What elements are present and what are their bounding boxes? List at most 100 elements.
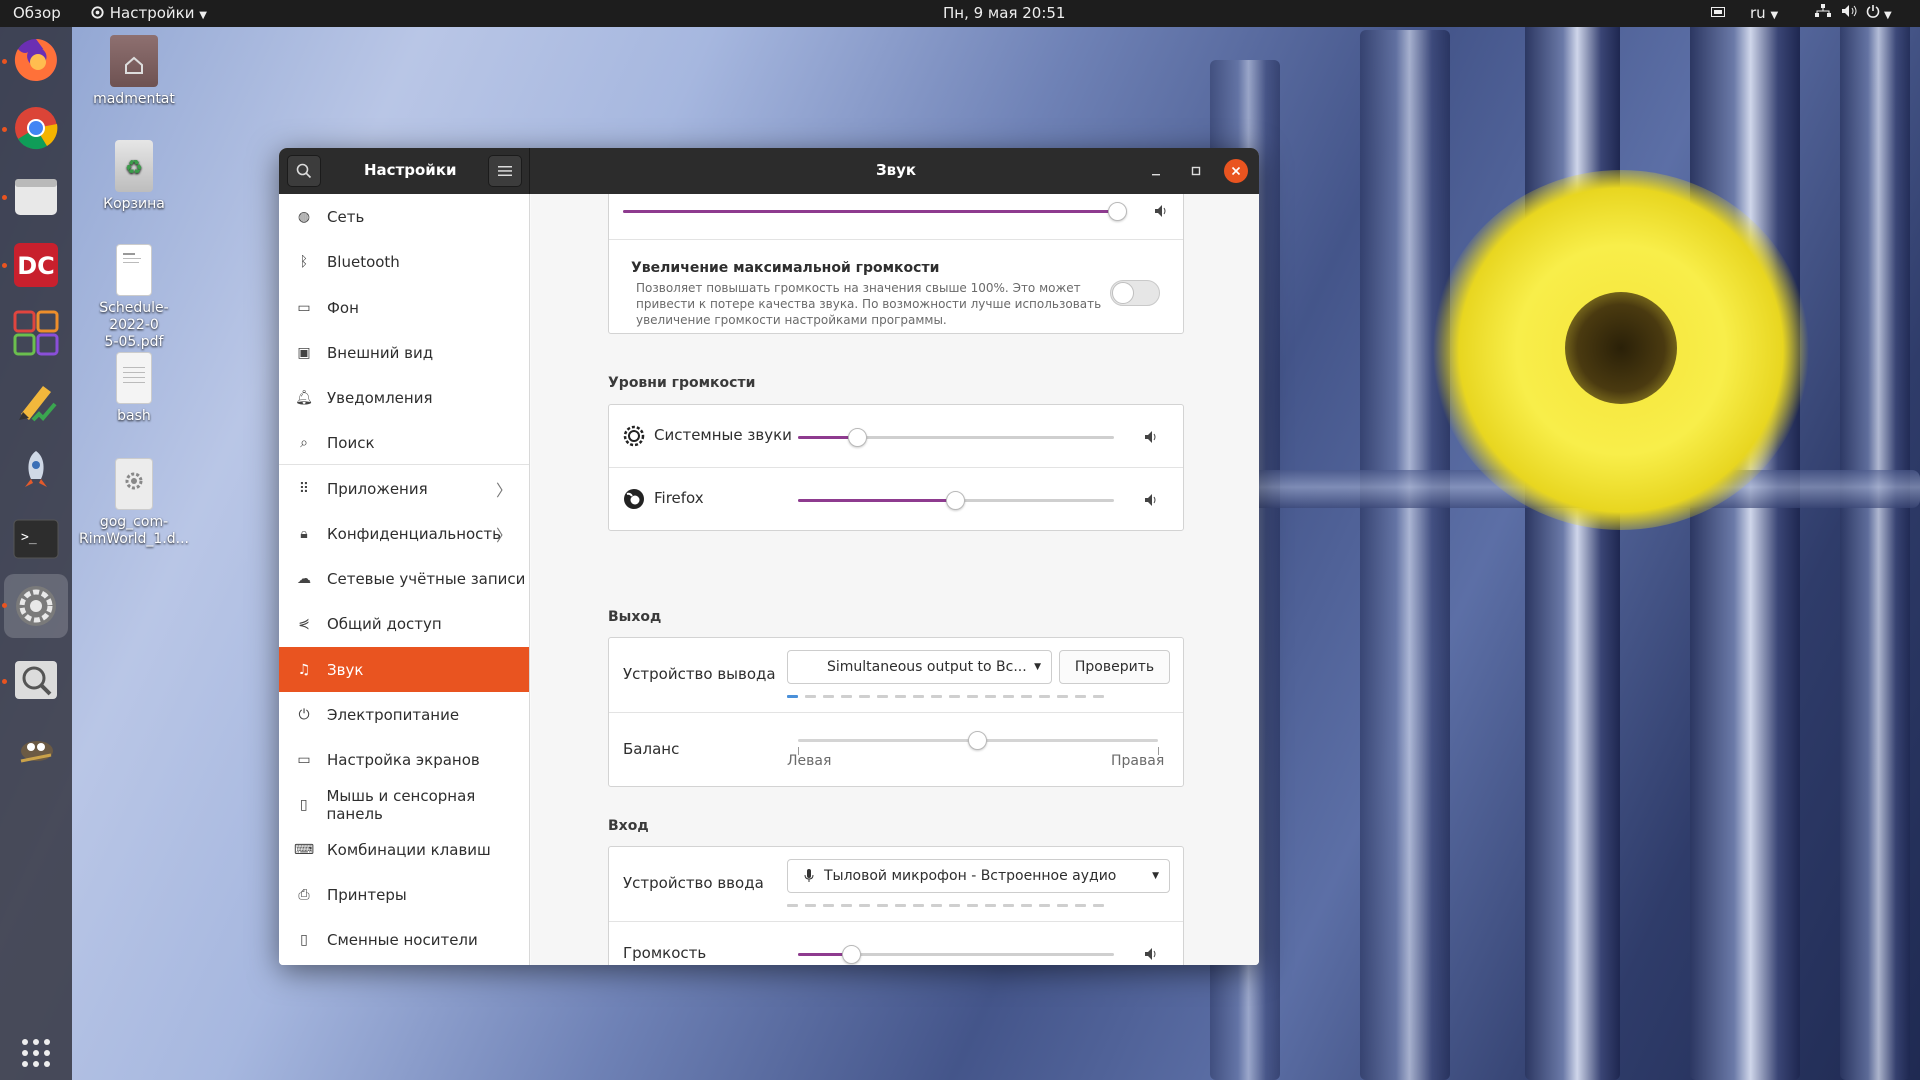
sidebar-item-applications[interactable]: ⠿ Приложения 〉 bbox=[279, 466, 529, 511]
sidebar-item-privacy[interactable]: 🔒︎ Конфиденциальность 〉 bbox=[279, 511, 529, 556]
sidebar-item-search[interactable]: ⌕ Поиск bbox=[279, 420, 529, 465]
desktop-icon-label: gog_com- RimWorld_1.d... bbox=[79, 514, 189, 548]
menu-button[interactable] bbox=[488, 155, 522, 187]
dock-doublecmd[interactable]: DC bbox=[10, 239, 62, 291]
output-device-label: Устройство вывода bbox=[623, 665, 776, 683]
activities-button[interactable]: Обзор bbox=[13, 4, 61, 22]
svg-text:♻: ♻ bbox=[125, 155, 143, 179]
sidebar-item-removable-media[interactable]: ▯ Сменные носители bbox=[279, 917, 529, 962]
network-icon[interactable] bbox=[1815, 4, 1831, 22]
input-volume-slider[interactable] bbox=[798, 945, 1114, 964]
sidebar-item-printers[interactable]: ⎙ Принтеры bbox=[279, 872, 529, 917]
input-device-dropdown[interactable]: Тыловой микрофон - Встроенное аудио ▼ bbox=[787, 859, 1170, 893]
dock-calculator[interactable] bbox=[10, 307, 62, 359]
power-icon: ⏻ bbox=[298, 706, 310, 723]
mouse-icon: ▯ bbox=[299, 796, 308, 813]
slider-knob[interactable] bbox=[1108, 202, 1127, 221]
maximize-button[interactable] bbox=[1184, 159, 1208, 183]
level-segment bbox=[985, 904, 996, 907]
sidebar-item-power[interactable]: ⏻ Электропитание bbox=[279, 692, 529, 737]
show-apps-button[interactable] bbox=[10, 1027, 62, 1079]
overamplification-toggle[interactable] bbox=[1110, 280, 1160, 306]
running-indicator bbox=[2, 603, 7, 608]
dock-launcher[interactable] bbox=[10, 444, 62, 496]
dock-gimp[interactable] bbox=[10, 722, 62, 774]
firefox-volume-slider[interactable] bbox=[798, 491, 1114, 510]
output-level-meter bbox=[787, 695, 1104, 698]
indicator-icon[interactable] bbox=[1711, 4, 1725, 22]
volume-icon[interactable] bbox=[1841, 4, 1857, 22]
level-segment bbox=[1003, 904, 1014, 907]
clock[interactable]: Пн, 9 мая 20:51 bbox=[943, 4, 1065, 22]
desktop-icon-label-line: gog_com- bbox=[99, 514, 169, 530]
level-segment bbox=[841, 904, 852, 907]
system-sounds-icon bbox=[623, 425, 645, 447]
dock-files[interactable] bbox=[10, 170, 62, 222]
dock-text-editor[interactable] bbox=[10, 375, 62, 427]
balance-slider[interactable] bbox=[798, 731, 1158, 750]
desktop-icon-label-line: Schedule-2022-0 bbox=[99, 300, 169, 333]
test-output-button[interactable]: Проверить bbox=[1059, 650, 1170, 684]
description-line: Позволяет повышать громкость на значения… bbox=[636, 281, 1081, 295]
slider-knob[interactable] bbox=[946, 491, 965, 510]
sidebar-item-mouse-touchpad[interactable]: ▯ Мышь и сенсорная панель bbox=[279, 782, 529, 827]
volume-level-label: Системные звуки bbox=[654, 426, 792, 444]
level-segment bbox=[949, 695, 960, 698]
desktop-icon-bash[interactable]: bash bbox=[79, 352, 189, 425]
chevron-right-icon: 〉 bbox=[495, 480, 512, 500]
minimize-button[interactable] bbox=[1144, 159, 1168, 183]
system-sounds-slider[interactable] bbox=[798, 428, 1114, 447]
slider-knob[interactable] bbox=[968, 731, 987, 750]
row-divider bbox=[609, 712, 1183, 713]
dock-chrome[interactable] bbox=[10, 102, 62, 154]
desktop-icon-home[interactable]: madmentat bbox=[79, 35, 189, 108]
svg-text:DC: DC bbox=[17, 252, 55, 280]
level-segment bbox=[1021, 695, 1032, 698]
dock-firefox[interactable] bbox=[10, 34, 62, 86]
level-segment bbox=[931, 904, 942, 907]
sidebar-divider bbox=[279, 464, 529, 465]
sidebar-item-bluetooth[interactable]: ᛒ Bluetooth bbox=[279, 239, 529, 284]
background-icon: ▭ bbox=[297, 299, 311, 316]
cloud-icon: ☁ bbox=[297, 570, 311, 587]
sidebar-item-network[interactable]: ◍ Сеть bbox=[279, 194, 529, 239]
desktop-icon-pdf[interactable]: Schedule-2022-0 5-05.pdf bbox=[79, 244, 189, 351]
level-segment bbox=[859, 904, 870, 907]
sidebar-item-appearance[interactable]: ▣ Внешний вид bbox=[279, 330, 529, 375]
microphone-icon bbox=[804, 869, 814, 882]
sidebar-item-background[interactable]: ▭ Фон bbox=[279, 285, 529, 330]
level-segment bbox=[1093, 695, 1104, 698]
level-segment bbox=[1057, 695, 1068, 698]
chevron-down-icon[interactable]: ▼ bbox=[1884, 4, 1892, 22]
system-volume-slider[interactable] bbox=[623, 202, 1127, 221]
sidebar-item-displays[interactable]: ▭ Настройка экранов bbox=[279, 737, 529, 782]
desktop-icon-trash[interactable]: ♻ Корзина bbox=[79, 140, 189, 213]
keyboard-layout[interactable]: ru ▼ bbox=[1750, 4, 1778, 22]
files-icon bbox=[15, 179, 57, 215]
dock-settings[interactable] bbox=[4, 574, 68, 638]
app-menu[interactable]: Настройки ▼ bbox=[90, 4, 207, 22]
sidebar-item-keyboard-shortcuts[interactable]: ⌨ Комбинации клавиш bbox=[279, 827, 529, 872]
search-button[interactable] bbox=[287, 155, 321, 187]
sidebar-item-notifications[interactable]: 🔔︎ Уведомления bbox=[279, 375, 529, 420]
sidebar-item-sharing[interactable]: ⋞ Общий доступ bbox=[279, 601, 529, 646]
desktop-icon-label: madmentat bbox=[93, 91, 175, 107]
sidebar-item-sound[interactable]: ♫ Звук bbox=[279, 647, 529, 692]
input-device-value: Тыловой микрофон - Встроенное аудио bbox=[824, 868, 1117, 884]
power-icon[interactable] bbox=[1866, 4, 1880, 22]
volume-level-label: Firefox bbox=[654, 489, 704, 507]
close-button[interactable] bbox=[1224, 159, 1248, 183]
dock: DC >_ bbox=[0, 27, 72, 1080]
slider-knob[interactable] bbox=[848, 428, 868, 447]
search-icon bbox=[296, 163, 312, 179]
toggle-knob bbox=[1112, 282, 1134, 304]
dock-screenshot[interactable] bbox=[10, 654, 62, 706]
sidebar-item-online-accounts[interactable]: ☁ Сетевые учётные записи bbox=[279, 556, 529, 601]
level-segment bbox=[823, 904, 834, 907]
output-device-dropdown[interactable]: Simultaneous output to Вс... ▼ bbox=[787, 650, 1052, 684]
music-note-icon: ♫ bbox=[297, 661, 311, 678]
desktop-icon-gog[interactable]: gog_com- RimWorld_1.d... bbox=[79, 458, 189, 548]
row-divider bbox=[609, 239, 1183, 240]
dock-terminal[interactable]: >_ bbox=[10, 513, 62, 565]
slider-knob[interactable] bbox=[841, 945, 861, 964]
